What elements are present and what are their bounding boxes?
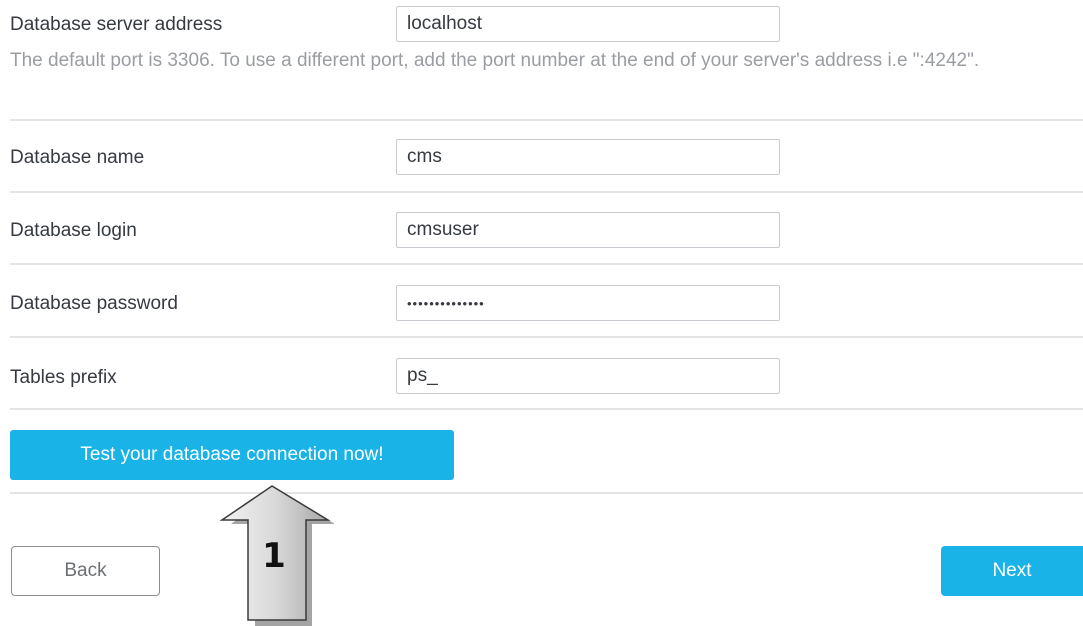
next-button[interactable]: Next (941, 546, 1083, 596)
tables-prefix-label: Tables prefix (10, 367, 117, 388)
server-address-input[interactable] (396, 6, 780, 42)
db-password-input[interactable] (396, 285, 780, 321)
divider (10, 119, 1083, 121)
db-name-label: Database name (10, 147, 145, 168)
divider (10, 336, 1083, 338)
database-config-form: Database server address The default port… (0, 0, 1083, 626)
divider (10, 492, 1083, 494)
db-login-label: Database login (10, 220, 137, 241)
tables-prefix-input[interactable] (396, 358, 780, 394)
db-name-input[interactable] (396, 139, 780, 175)
annotation-number: 1 (262, 536, 286, 576)
divider (10, 263, 1083, 265)
db-login-input[interactable] (396, 212, 780, 248)
server-address-hint: The default port is 3306. To use a diffe… (10, 50, 980, 71)
back-button[interactable]: Back (11, 546, 160, 596)
divider (10, 191, 1083, 193)
server-address-label: Database server address (10, 14, 223, 35)
divider (10, 408, 1083, 410)
db-password-label: Database password (10, 293, 178, 314)
test-connection-button[interactable]: Test your database connection now! (10, 430, 454, 480)
